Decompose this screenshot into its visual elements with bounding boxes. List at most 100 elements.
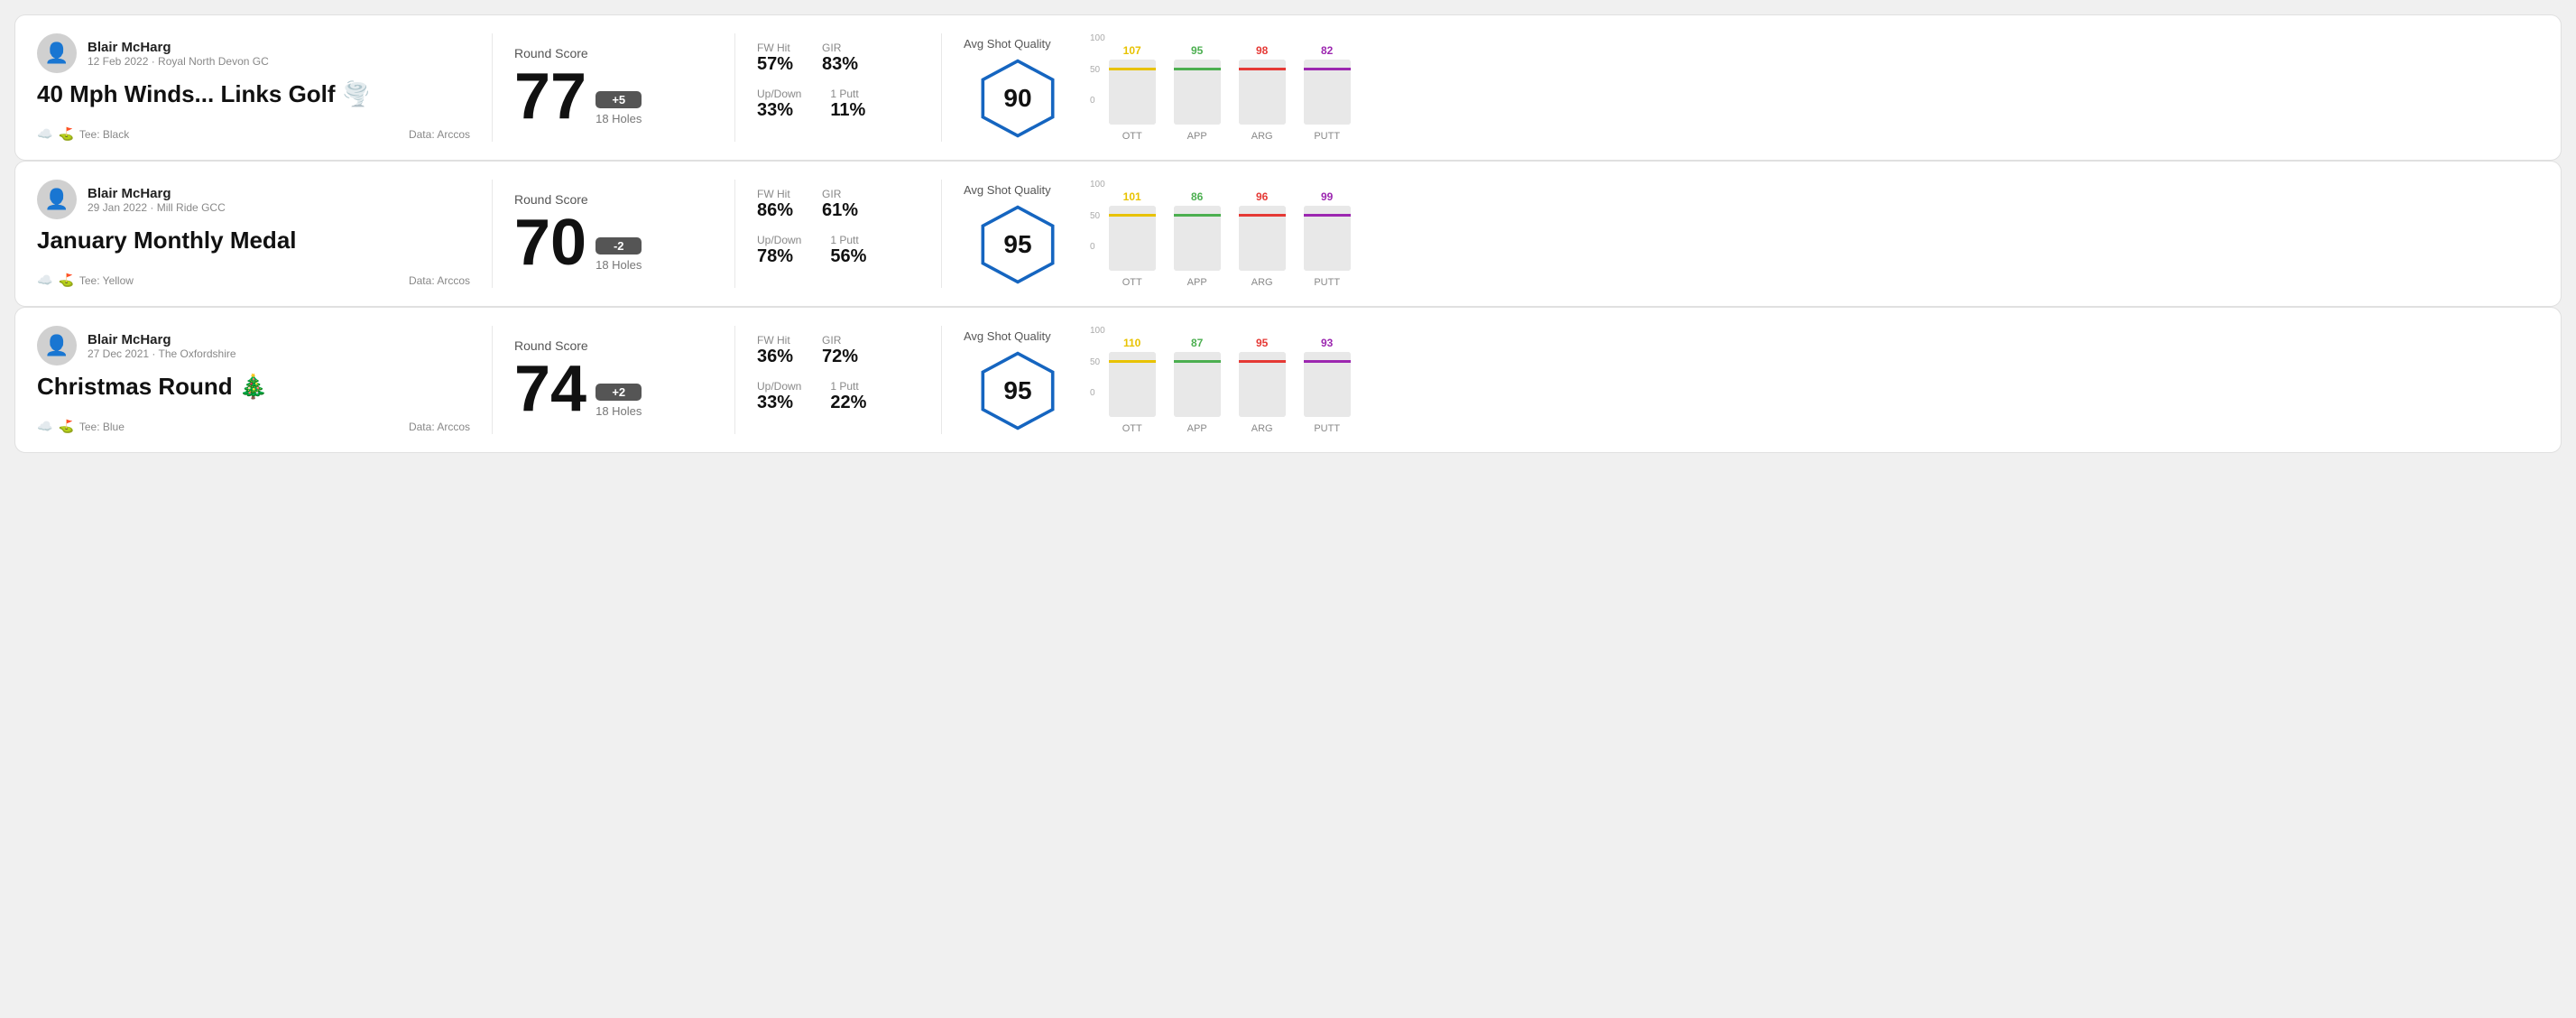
round-title-1: 40 Mph Winds... Links Golf 🌪️	[37, 80, 470, 108]
card-left-2: 👤 Blair McHarg 29 Jan 2022 · Mill Ride G…	[37, 180, 470, 288]
up-down-label-1: Up/Down	[757, 88, 801, 100]
card-chart-3: 100 50 0 110 OTT 87 APP 95 ARG	[1072, 326, 2539, 434]
fw-hit-label-1: FW Hit	[757, 42, 793, 54]
score-row-3: 74 +2 18 Holes	[514, 356, 713, 421]
axis-50: 50	[1090, 357, 1105, 367]
avatar-2: 👤	[37, 180, 77, 219]
axis-50: 50	[1090, 65, 1105, 75]
quality-label-2: Avg Shot Quality	[964, 183, 1051, 197]
hexagon-wrapper-1: 90	[977, 58, 1058, 139]
gir-label-3: GIR	[822, 334, 858, 347]
chart-value-ott: 110	[1123, 337, 1140, 349]
score-number-1: 77	[514, 64, 586, 129]
one-putt-label-3: 1 Putt	[830, 380, 866, 393]
data-source-1: Data: Arccos	[409, 128, 470, 141]
fw-hit-value-1: 57%	[757, 54, 793, 75]
divider-middle-1	[734, 33, 735, 142]
score-badge-group-1: +5 18 Holes	[596, 91, 642, 125]
card-score-1: Round Score 77 +5 18 Holes	[514, 33, 713, 142]
hexagon-wrapper-2: 95	[977, 204, 1058, 285]
chart-bar-ott: 107 OTT	[1109, 44, 1156, 142]
user-name-2: Blair McHarg	[88, 186, 226, 201]
up-down-stat-2: Up/Down 78%	[757, 234, 801, 267]
divider-middle-3	[734, 326, 735, 434]
axis-100: 100	[1090, 180, 1105, 190]
tee-label-2: Tee: Yellow	[79, 274, 134, 287]
user-info-1: 👤 Blair McHarg 12 Feb 2022 · Royal North…	[37, 33, 470, 73]
stats-row-bottom-2: Up/Down 78% 1 Putt 56%	[757, 234, 919, 267]
card-footer-2: ☁️ ⛳ Tee: Yellow Data: Arccos	[37, 273, 470, 288]
chart-col-label-ott: OTT	[1122, 423, 1142, 434]
fw-hit-label-3: FW Hit	[757, 334, 793, 347]
avatar-icon-3: 👤	[44, 334, 69, 357]
tee-info-1: ☁️ ⛳ Tee: Black	[37, 126, 129, 142]
chart-value-ott: 107	[1123, 44, 1141, 57]
one-putt-stat-2: 1 Putt 56%	[830, 234, 866, 267]
divider-right-2	[941, 180, 942, 288]
chart-col-label-arg: ARG	[1251, 423, 1273, 434]
user-date-course-2: 29 Jan 2022 · Mill Ride GCC	[88, 201, 226, 214]
up-down-value-2: 78%	[757, 246, 801, 267]
chart-bar-app: 86 APP	[1174, 190, 1221, 288]
card-left-1: 👤 Blair McHarg 12 Feb 2022 · Royal North…	[37, 33, 470, 142]
tee-label-1: Tee: Black	[79, 128, 129, 141]
card-score-3: Round Score 74 +2 18 Holes	[514, 326, 713, 434]
gir-label-1: GIR	[822, 42, 858, 54]
chart-value-putt: 99	[1321, 190, 1333, 203]
tee-icon-2: ⛳	[58, 273, 73, 288]
chart-value-app: 86	[1191, 190, 1203, 203]
round-card-1: 👤 Blair McHarg 12 Feb 2022 · Royal North…	[14, 14, 2562, 161]
cloud-icon-2: ☁️	[37, 273, 52, 288]
fw-hit-label-2: FW Hit	[757, 188, 793, 200]
one-putt-label-1: 1 Putt	[830, 88, 865, 100]
one-putt-stat-1: 1 Putt 11%	[830, 88, 865, 121]
axis-0: 0	[1090, 242, 1105, 252]
score-badge-3: +2	[596, 384, 642, 401]
chart-bar-ott: 101 OTT	[1109, 190, 1156, 288]
tee-icon-3: ⛳	[58, 419, 73, 434]
stats-row-bottom-1: Up/Down 33% 1 Putt 11%	[757, 88, 919, 121]
chart-value-arg: 96	[1256, 190, 1268, 203]
card-chart-2: 100 50 0 101 OTT 86 APP 96 ARG	[1072, 180, 2539, 288]
axis-0: 0	[1090, 96, 1105, 106]
data-source-3: Data: Arccos	[409, 421, 470, 433]
divider-middle-2	[734, 180, 735, 288]
quality-label-1: Avg Shot Quality	[964, 37, 1051, 51]
gir-stat-1: GIR 83%	[822, 42, 858, 75]
chart-value-arg: 95	[1256, 337, 1268, 349]
user-name-3: Blair McHarg	[88, 332, 236, 347]
data-source-2: Data: Arccos	[409, 274, 470, 287]
chart-value-putt: 93	[1321, 337, 1333, 349]
cloud-icon-1: ☁️	[37, 126, 52, 142]
chart-value-app: 87	[1191, 337, 1203, 349]
divider-left-1	[492, 33, 493, 142]
card-quality-3: Avg Shot Quality 95	[964, 326, 1072, 434]
stats-row-top-3: FW Hit 36% GIR 72%	[757, 334, 919, 367]
score-label-2: Round Score	[514, 192, 713, 207]
chart-bar-app: 95 APP	[1174, 44, 1221, 142]
quality-value-3: 95	[1003, 376, 1031, 405]
up-down-label-3: Up/Down	[757, 380, 801, 393]
score-label-1: Round Score	[514, 46, 713, 60]
card-score-2: Round Score 70 -2 18 Holes	[514, 180, 713, 288]
fw-hit-stat-2: FW Hit 86%	[757, 188, 793, 221]
gir-stat-3: GIR 72%	[822, 334, 858, 367]
card-chart-1: 100 50 0 107 OTT 95 APP 98 ARG	[1072, 33, 2539, 142]
chart-bar-putt: 82 PUTT	[1304, 44, 1351, 142]
holes-label-3: 18 Holes	[596, 404, 642, 418]
chart-col-label-putt: PUTT	[1314, 131, 1340, 142]
tee-label-3: Tee: Blue	[79, 421, 125, 433]
axis-100: 100	[1090, 326, 1105, 336]
holes-label-1: 18 Holes	[596, 112, 642, 125]
chart-col-label-putt: PUTT	[1314, 423, 1340, 434]
fw-hit-stat-1: FW Hit 57%	[757, 42, 793, 75]
chart-bar-arg: 98 ARG	[1239, 44, 1286, 142]
divider-left-2	[492, 180, 493, 288]
one-putt-label-2: 1 Putt	[830, 234, 866, 246]
gir-value-1: 83%	[822, 54, 858, 75]
up-down-stat-3: Up/Down 33%	[757, 380, 801, 413]
cloud-icon-3: ☁️	[37, 419, 52, 434]
quality-value-2: 95	[1003, 230, 1031, 259]
score-badge-1: +5	[596, 91, 642, 108]
score-number-3: 74	[514, 356, 586, 421]
